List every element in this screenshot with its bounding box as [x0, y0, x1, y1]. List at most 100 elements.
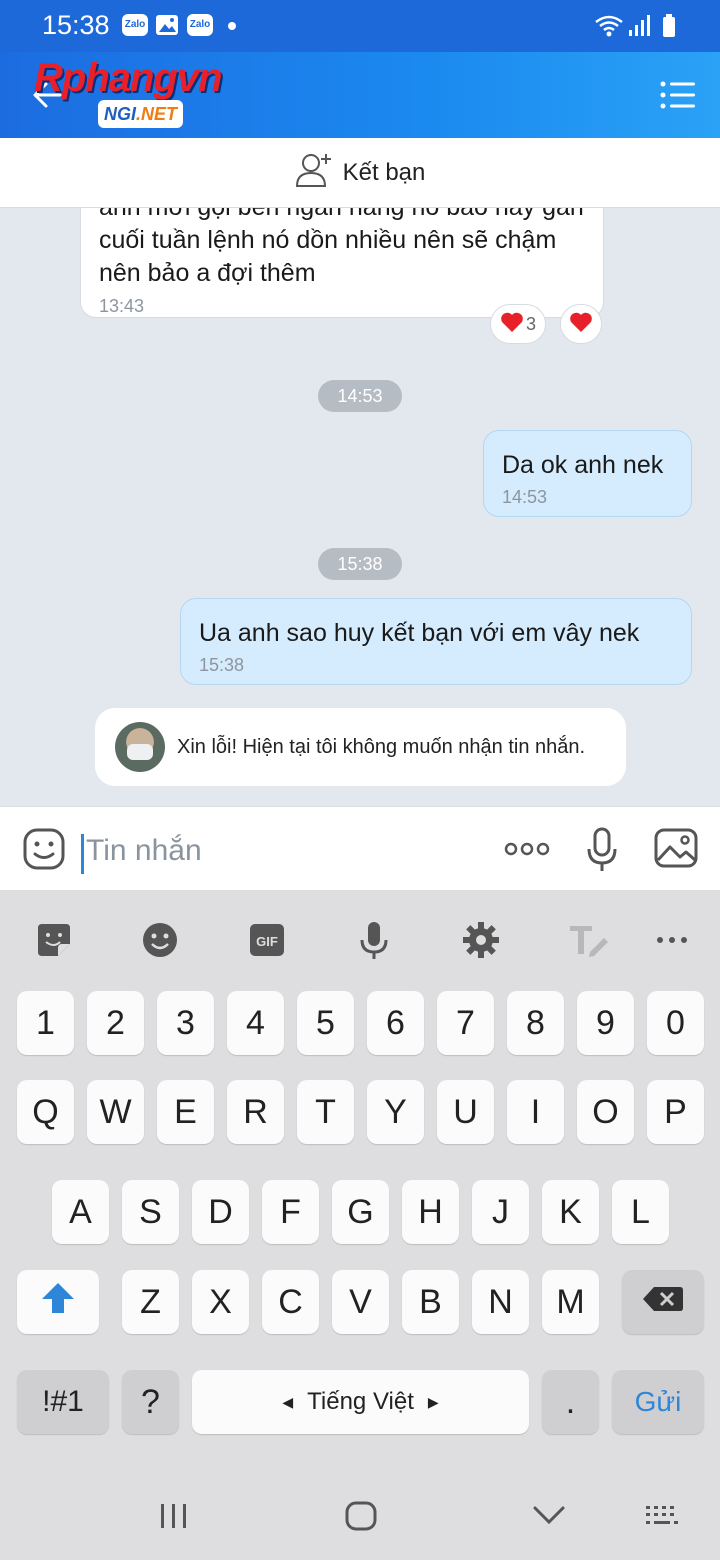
handwriting-icon[interactable] — [568, 920, 608, 960]
incoming-message[interactable]: anh mới gọi bên ngân hàng nó bảo hay gần… — [80, 208, 604, 318]
key-1[interactable]: 1 — [17, 991, 74, 1055]
status-bar: 15:38 Zalo Zalo — [0, 0, 720, 52]
key-h[interactable]: H — [402, 1180, 459, 1244]
period-key[interactable]: . — [542, 1370, 599, 1434]
question-key[interactable]: ? — [122, 1370, 179, 1434]
sticker-icon[interactable] — [34, 920, 74, 960]
key-f[interactable]: F — [262, 1180, 319, 1244]
key-q[interactable]: Q — [17, 1080, 74, 1144]
recent-apps-icon[interactable] — [158, 1502, 190, 1535]
keyboard: GIF 1 2 3 4 5 6 7 8 9 0 Q W E R T Y U I … — [0, 890, 720, 1560]
signal-icon — [628, 14, 650, 38]
sticker-emoji-icon[interactable] — [22, 827, 66, 876]
key-4[interactable]: 4 — [227, 991, 284, 1055]
image-gallery-icon[interactable] — [654, 827, 698, 874]
key-l[interactable]: L — [612, 1180, 669, 1244]
more-tools-icon[interactable] — [656, 930, 696, 970]
voice-input-icon[interactable] — [354, 920, 394, 960]
shift-key[interactable] — [17, 1270, 99, 1334]
more-options-icon[interactable] — [504, 839, 550, 864]
key-a[interactable]: A — [52, 1180, 109, 1244]
key-u[interactable]: U — [437, 1080, 494, 1144]
key-0[interactable]: 0 — [647, 991, 704, 1055]
time-divider: 15:38 — [318, 548, 402, 580]
logo-badge: NGI.NET — [98, 100, 184, 128]
hide-keyboard-chevron-icon[interactable] — [532, 1504, 566, 1531]
status-time: 15:38 — [42, 10, 110, 40]
key-k[interactable]: K — [542, 1180, 599, 1244]
backspace-icon — [642, 1283, 684, 1322]
key-o[interactable]: O — [577, 1080, 634, 1144]
gallery-notification-icon — [155, 14, 179, 38]
add-friend-label: Kết bạn — [342, 158, 426, 186]
send-key[interactable]: Gửi — [612, 1370, 704, 1434]
chat-header: Rphangvn NGI.NET — [0, 52, 720, 138]
home-icon[interactable] — [344, 1500, 378, 1537]
period-key-label: . — [565, 1382, 576, 1421]
key-r[interactable]: R — [227, 1080, 284, 1144]
space-key[interactable]: ◀ Tiếng Việt ▶ — [192, 1370, 529, 1434]
key-g[interactable]: G — [332, 1180, 389, 1244]
reaction-summary[interactable]: 3 — [490, 304, 546, 344]
key-i[interactable]: I — [507, 1080, 564, 1144]
key-j[interactable]: J — [472, 1180, 529, 1244]
key-n[interactable]: N — [472, 1270, 529, 1334]
key-b[interactable]: B — [402, 1270, 459, 1334]
logo-main-text: Rphangvn — [34, 56, 223, 100]
gif-icon[interactable]: GIF — [247, 920, 287, 960]
key-5[interactable]: 5 — [297, 991, 354, 1055]
key-6[interactable]: 6 — [367, 991, 424, 1055]
gif-label: GIF — [256, 934, 278, 949]
key-e[interactable]: E — [157, 1080, 214, 1144]
key-z[interactable]: Z — [122, 1270, 179, 1334]
key-p[interactable]: P — [647, 1080, 704, 1144]
key-8[interactable]: 8 — [507, 991, 564, 1055]
watermark-logo: Rphangvn NGI.NET — [34, 56, 264, 132]
message-time: 14:53 — [502, 487, 548, 507]
space-key-label: Tiếng Việt — [307, 1388, 414, 1415]
message-input[interactable] — [86, 829, 476, 873]
emoji-icon[interactable] — [140, 920, 180, 960]
zalo-notification-icon: Zalo — [187, 14, 213, 36]
settings-gear-icon[interactable] — [461, 920, 501, 960]
outgoing-message[interactable]: Ua anh sao huy kết bạn với em vây nek 15… — [180, 598, 692, 685]
auto-reply-text: Xin lỗi! Hiện tại tôi không muốn nhận ti… — [177, 735, 586, 758]
zalo-notification-icon: Zalo — [122, 14, 148, 36]
key-x[interactable]: X — [192, 1270, 249, 1334]
key-c[interactable]: C — [262, 1270, 319, 1334]
menu-list-icon[interactable] — [660, 80, 696, 110]
avatar[interactable] — [115, 722, 165, 772]
key-7[interactable]: 7 — [437, 991, 494, 1055]
backspace-key[interactable] — [622, 1270, 704, 1334]
key-y[interactable]: Y — [367, 1080, 424, 1144]
microphone-icon[interactable] — [586, 827, 618, 878]
outgoing-message[interactable]: Da ok anh nek 14:53 — [483, 430, 692, 517]
text-cursor — [81, 834, 84, 874]
time-divider: 14:53 — [318, 380, 402, 412]
key-3[interactable]: 3 — [157, 991, 214, 1055]
system-navigation-bar — [0, 1470, 720, 1560]
key-w[interactable]: W — [87, 1080, 144, 1144]
logo-badge-net: .NET — [136, 104, 178, 124]
react-button[interactable] — [560, 304, 602, 344]
message-time: 15:38 — [199, 655, 245, 675]
language-right-icon: ▶ — [427, 1393, 439, 1410]
key-m[interactable]: M — [542, 1270, 599, 1334]
key-d[interactable]: D — [192, 1180, 249, 1244]
message-text: Da ok anh nek — [502, 451, 664, 479]
symbols-key[interactable]: !#1 — [17, 1370, 109, 1434]
symbols-key-label: !#1 — [42, 1385, 84, 1418]
wifi-icon — [594, 14, 624, 38]
chat-messages-area[interactable]: anh mới gọi bên ngân hàng nó bảo hay gần… — [0, 208, 720, 806]
shift-arrow-icon — [40, 1280, 76, 1325]
more-notifications-dot-icon — [228, 22, 236, 30]
key-2[interactable]: 2 — [87, 991, 144, 1055]
heart-icon — [569, 311, 593, 338]
add-friend-button[interactable]: Kết bạn — [0, 138, 720, 207]
key-t[interactable]: T — [297, 1080, 354, 1144]
keyboard-switch-icon[interactable] — [644, 1504, 680, 1533]
key-v[interactable]: V — [332, 1270, 389, 1334]
key-9[interactable]: 9 — [577, 991, 634, 1055]
question-key-label: ? — [141, 1382, 160, 1421]
key-s[interactable]: S — [122, 1180, 179, 1244]
